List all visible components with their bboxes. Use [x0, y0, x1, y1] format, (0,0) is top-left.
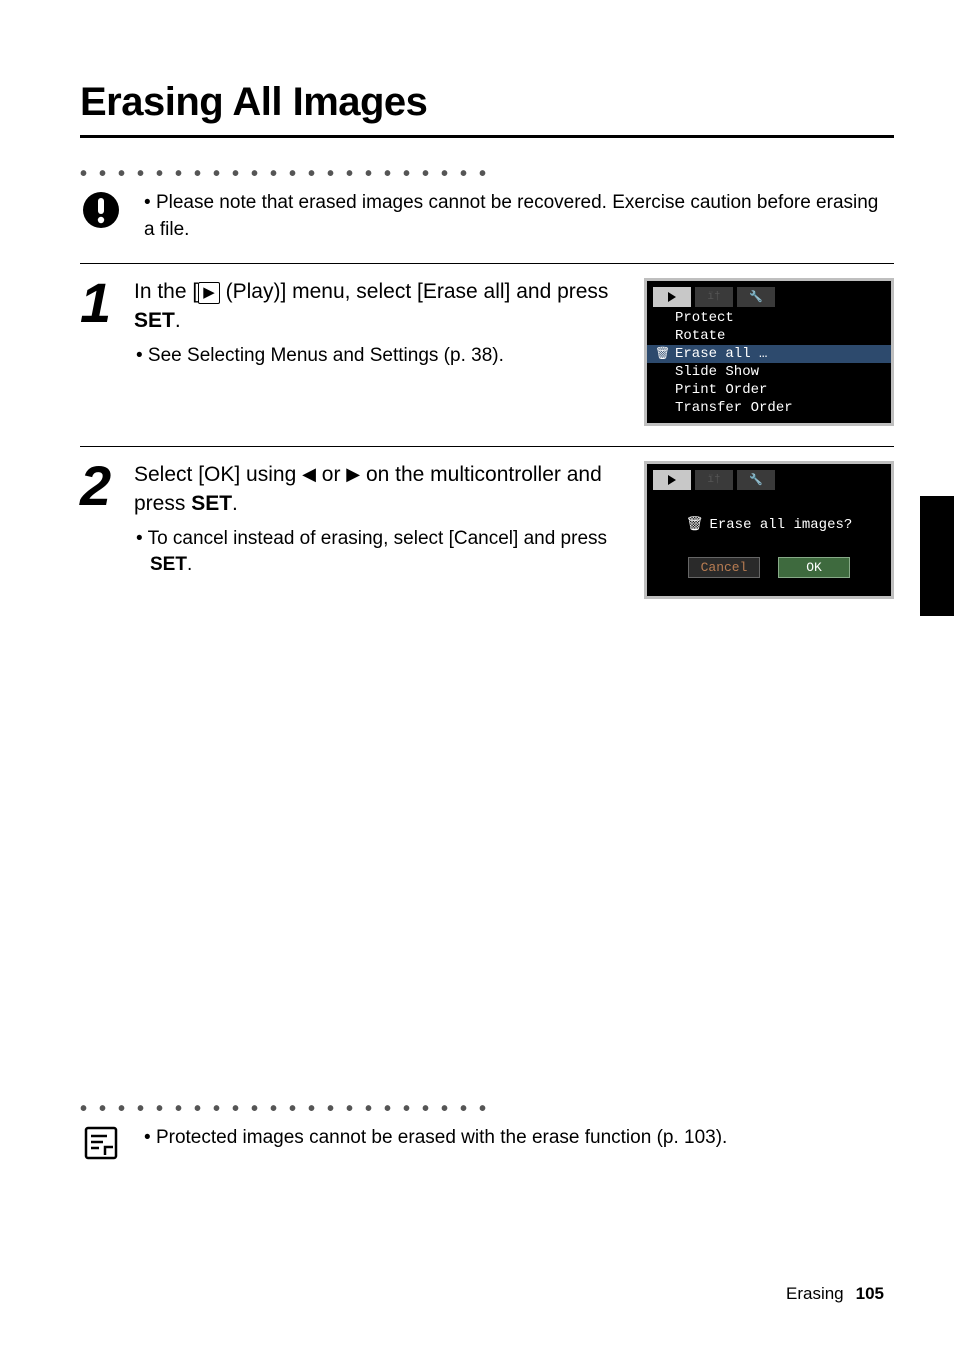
cam-menu-item: Protect: [647, 309, 891, 327]
cam-cancel-button: Cancel: [688, 557, 760, 578]
note-text: • Protected images cannot be erased with…: [144, 1125, 727, 1152]
divider: [80, 263, 894, 264]
cam-tab-tools: 🔧: [737, 470, 775, 490]
page-footer: Erasing105: [786, 1284, 884, 1304]
cam-menu-item-selected: 🗑Erase all …: [647, 345, 891, 363]
play-icon: ▶: [198, 282, 220, 304]
camera-confirm-screenshot: ï† 🔧 🗑Erase all images? Cancel OK: [644, 461, 894, 599]
arrow-right-icon: ▶: [346, 464, 360, 484]
caution-text: • Please note that erased images cannot …: [144, 190, 894, 243]
cam-ok-button: OK: [778, 557, 850, 578]
note-icon: [83, 1125, 119, 1161]
cam-menu-item: Transfer Order: [647, 399, 891, 417]
dotted-divider-top: ••••••••••••••••••••••: [80, 164, 894, 184]
cam-menu-item: Slide Show: [647, 363, 891, 381]
caution-icon: [81, 190, 121, 230]
step-number-1: 1: [80, 278, 116, 426]
cam-dialog-text: 🗑Erase all images?: [657, 516, 881, 533]
cam-tab-setup: ï†: [695, 470, 733, 490]
arrow-left-icon: ◀: [302, 464, 316, 484]
cam-tab-setup: ï†: [695, 287, 733, 307]
step-number-2: 2: [80, 461, 116, 599]
title-underline: [80, 135, 894, 138]
trash-icon: 🗑: [655, 346, 670, 361]
dotted-divider-bottom: ••••••••••••••••••••••: [80, 1099, 894, 1119]
step1-sub: • See Selecting Menus and Settings (p. 3…: [134, 343, 626, 370]
cam-tab-tools: 🔧: [737, 287, 775, 307]
divider: [80, 446, 894, 447]
section-tab: [920, 496, 954, 616]
camera-menu-screenshot: ï† 🔧 Protect Rotate 🗑Erase all … Slide S…: [644, 278, 894, 426]
step2-heading: Select [OK] using ◀ or ▶ on the multicon…: [134, 461, 626, 518]
cam-menu-item: Print Order: [647, 381, 891, 399]
step1-heading: In the [▶ (Play)] menu, select [Erase al…: [134, 278, 626, 335]
cam-tab-play: [653, 470, 691, 490]
cam-menu-item: Rotate: [647, 327, 891, 345]
step2-sub: • To cancel instead of erasing, select […: [134, 526, 626, 579]
cam-tab-play: [653, 287, 691, 307]
trash-icon: 🗑: [686, 517, 704, 533]
page-title: Erasing All Images: [80, 80, 894, 125]
